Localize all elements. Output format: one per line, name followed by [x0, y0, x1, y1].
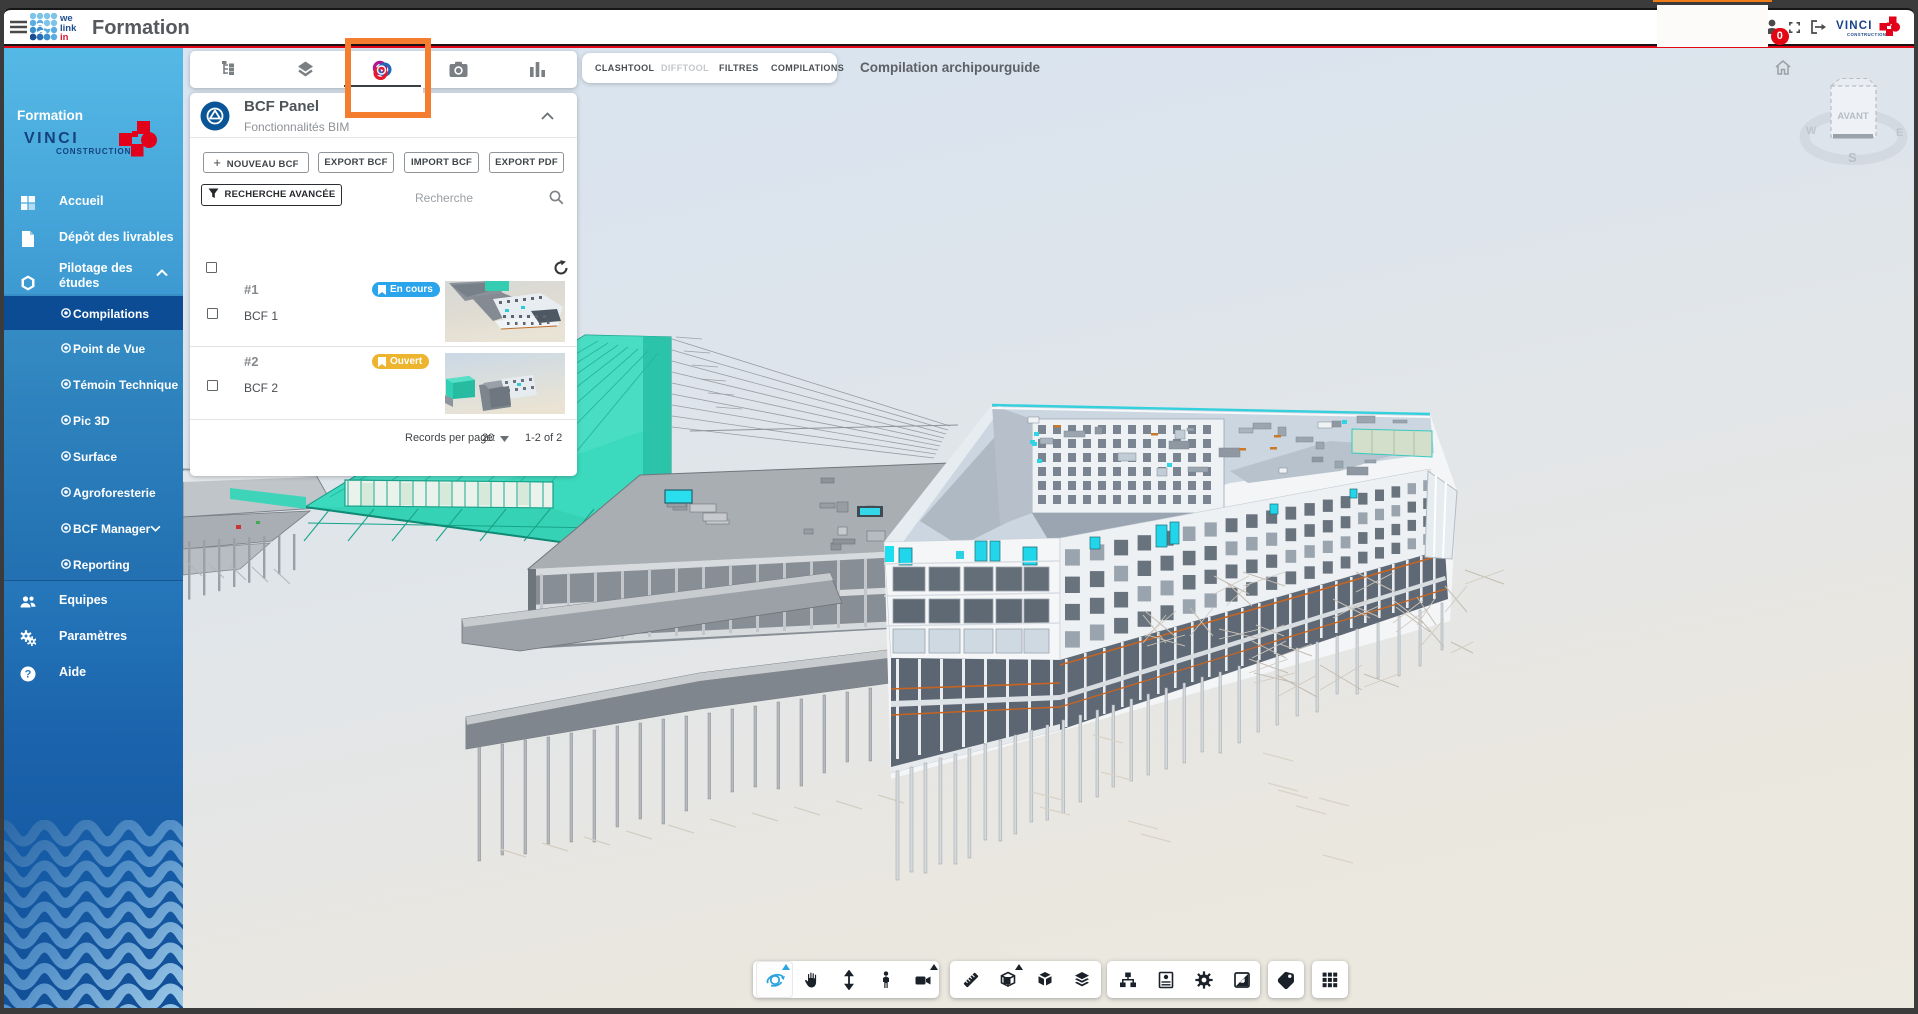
svg-text:S: S: [1848, 150, 1857, 165]
svg-text:W: W: [1806, 125, 1817, 137]
svg-text:AVANT: AVANT: [1837, 111, 1869, 122]
svg-text:?: ?: [25, 668, 32, 680]
svg-text:E: E: [1896, 127, 1903, 139]
